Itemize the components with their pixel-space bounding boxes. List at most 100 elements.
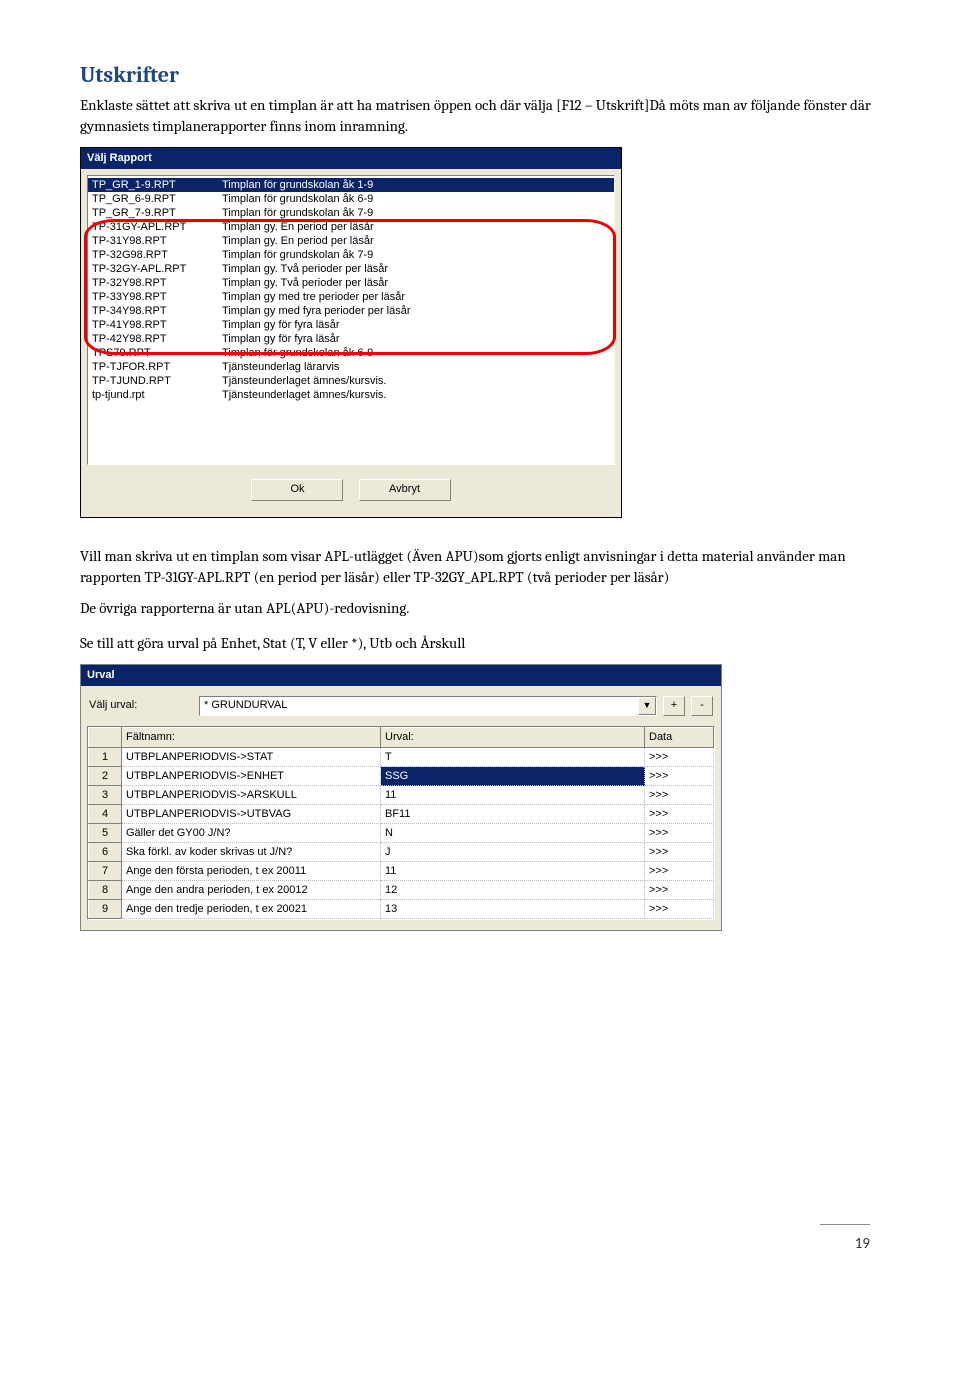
grid-row[interactable]: 5 Gäller det GY00 J/N? N >>> [89, 824, 714, 843]
report-row[interactable]: TP-34Y98.RPTTimplan gy med fyra perioder… [88, 304, 614, 318]
report-row[interactable]: tp-tjund.rptTjänsteunderlaget ämnes/kurs… [88, 388, 614, 402]
paragraph-4: Se till att göra urval på Enhet, Stat (T… [80, 633, 880, 654]
report-dialog-title: Välj Rapport [81, 148, 621, 169]
row-number: 9 [89, 900, 122, 919]
cell-field[interactable]: Ange den andra perioden, t ex 20012 [122, 881, 381, 900]
ok-button[interactable]: Ok [251, 479, 343, 500]
urval-dialog: Urval Välj urval: * GRUNDURVAL ▼ + - Fäl… [80, 664, 722, 932]
report-row[interactable]: TP-32Y98.RPTTimplan gy. Två perioder per… [88, 276, 614, 290]
cell-field[interactable]: Gäller det GY00 J/N? [122, 824, 381, 843]
report-row[interactable]: TP_GR_7-9.RPTTimplan för grundskolan åk … [88, 206, 614, 220]
report-desc: Timplan gy. Två perioder per läsår [222, 276, 388, 290]
section-heading: Utskrifter [80, 60, 880, 91]
row-number: 1 [89, 748, 122, 767]
report-row[interactable]: TP-TJUND.RPTTjänsteunderlaget ämnes/kurs… [88, 374, 614, 388]
grid-row[interactable]: 2 UTBPLANPERIODVIS->ENHET SSG >>> [89, 767, 714, 786]
row-number: 7 [89, 862, 122, 881]
urval-dropdown[interactable]: * GRUNDURVAL ▼ [199, 696, 657, 716]
report-listbox[interactable]: TP_GR_1-9.RPT Timplan för grundskolan åk… [87, 175, 615, 465]
report-row[interactable]: TP_GR_1-9.RPT Timplan för grundskolan åk… [88, 178, 614, 192]
cell-field[interactable]: Ska förkl. av koder skrivas ut J/N? [122, 843, 381, 862]
cancel-button[interactable]: Avbryt [359, 479, 451, 500]
report-row[interactable]: TPS79.RPTTimplan för grundskolan åk 6-9 [88, 346, 614, 360]
cell-data-link[interactable]: >>> [645, 824, 714, 843]
report-file: tp-tjund.rpt [92, 388, 222, 402]
report-desc: Timplan för grundskolan åk 1-9 [222, 178, 373, 192]
report-row[interactable]: TP-31Y98.RPTTimplan gy. En period per lä… [88, 234, 614, 248]
report-file: TP-41Y98.RPT [92, 318, 222, 332]
cell-urval[interactable]: BF11 [381, 805, 645, 824]
report-row[interactable]: TP-TJFOR.RPTTjänsteunderlag lärarvis [88, 360, 614, 374]
grid-row[interactable]: 9 Ange den tredje perioden, t ex 20021 1… [89, 900, 714, 919]
report-file: TP-TJFOR.RPT [92, 360, 222, 374]
col-urval: Urval: [381, 727, 645, 747]
cell-data-link[interactable]: >>> [645, 767, 714, 786]
report-row[interactable]: TP-31GY-APL.RPTTimplan gy. En period per… [88, 220, 614, 234]
cell-urval[interactable]: N [381, 824, 645, 843]
report-file: TP-32G98.RPT [92, 248, 222, 262]
report-desc: Timplan gy med fyra perioder per läsår [222, 304, 411, 318]
report-row[interactable]: TP_GR_6-9.RPTTimplan för grundskolan åk … [88, 192, 614, 206]
cell-urval[interactable]: 12 [381, 881, 645, 900]
report-file: TP-32GY-APL.RPT [92, 262, 222, 276]
paragraph-1: Enklaste sättet att skriva ut en timplan… [80, 95, 880, 137]
cell-field[interactable]: UTBPLANPERIODVIS->UTBVAG [122, 805, 381, 824]
cell-data-link[interactable]: >>> [645, 805, 714, 824]
cell-field[interactable]: UTBPLANPERIODVIS->ARSKULL [122, 786, 381, 805]
report-desc: Timplan gy med tre perioder per läsår [222, 290, 405, 304]
report-file: TP-33Y98.RPT [92, 290, 222, 304]
row-number: 8 [89, 881, 122, 900]
report-desc: Tjänsteunderlag lärarvis [222, 360, 339, 374]
cell-urval[interactable]: SSG [381, 767, 645, 786]
report-file: TP-34Y98.RPT [92, 304, 222, 318]
col-fieldname: Fältnamn: [122, 727, 381, 747]
report-row[interactable]: TP-32GY-APL.RPTTimplan gy. Två perioder … [88, 262, 614, 276]
col-data: Data [645, 727, 714, 747]
cell-field[interactable]: UTBPLANPERIODVIS->ENHET [122, 767, 381, 786]
cell-urval[interactable]: 13 [381, 900, 645, 919]
add-urval-button[interactable]: + [663, 696, 685, 716]
cell-data-link[interactable]: >>> [645, 881, 714, 900]
grid-row[interactable]: 1 UTBPLANPERIODVIS->STAT T >>> [89, 748, 714, 767]
urval-grid[interactable]: Fältnamn: Urval: Data 1 UTBPLANPERIODVIS… [87, 726, 715, 920]
report-desc: Timplan gy. Två perioder per läsår [222, 262, 388, 276]
report-row[interactable]: TP-41Y98.RPTTimplan gy för fyra läsår [88, 318, 614, 332]
grid-row[interactable]: 8 Ange den andra perioden, t ex 20012 12… [89, 881, 714, 900]
cell-data-link[interactable]: >>> [645, 900, 714, 919]
row-number: 6 [89, 843, 122, 862]
report-desc: Timplan gy. En period per läsår [222, 220, 374, 234]
report-file: TP-42Y98.RPT [92, 332, 222, 346]
paragraph-2: Vill man skriva ut en timplan som visar … [80, 546, 880, 588]
cell-field[interactable]: Ange den första perioden, t ex 20011 [122, 862, 381, 881]
cell-data-link[interactable]: >>> [645, 862, 714, 881]
report-desc: Tjänsteunderlaget ämnes/kursvis. [222, 374, 386, 388]
row-number: 4 [89, 805, 122, 824]
cell-data-link[interactable]: >>> [645, 843, 714, 862]
grid-row[interactable]: 4 UTBPLANPERIODVIS->UTBVAG BF11 >>> [89, 805, 714, 824]
row-number: 2 [89, 767, 122, 786]
cell-data-link[interactable]: >>> [645, 786, 714, 805]
chevron-down-icon[interactable]: ▼ [638, 697, 656, 715]
select-urval-label: Välj urval: [89, 698, 199, 713]
cell-urval[interactable]: 11 [381, 862, 645, 881]
cell-field[interactable]: UTBPLANPERIODVIS->STAT [122, 748, 381, 767]
report-file: TP-32Y98.RPT [92, 276, 222, 290]
cell-urval[interactable]: 11 [381, 786, 645, 805]
report-row[interactable]: TP-33Y98.RPTTimplan gy med tre perioder … [88, 290, 614, 304]
report-desc: Tjänsteunderlaget ämnes/kursvis. [222, 388, 386, 402]
grid-row[interactable]: 7 Ange den första perioden, t ex 20011 1… [89, 862, 714, 881]
cell-data-link[interactable]: >>> [645, 748, 714, 767]
cell-urval[interactable]: J [381, 843, 645, 862]
report-file: TPS79.RPT [92, 346, 222, 360]
grid-row[interactable]: 6 Ska förkl. av koder skrivas ut J/N? J … [89, 843, 714, 862]
urval-dropdown-value: * GRUNDURVAL [204, 698, 638, 713]
report-desc: Timplan för grundskolan åk 7-9 [222, 206, 373, 220]
report-row[interactable]: TP-32G98.RPTTimplan för grundskolan åk 7… [88, 248, 614, 262]
cell-urval[interactable]: T [381, 748, 645, 767]
grid-row[interactable]: 3 UTBPLANPERIODVIS->ARSKULL 11 >>> [89, 786, 714, 805]
cell-field[interactable]: Ange den tredje perioden, t ex 20021 [122, 900, 381, 919]
remove-urval-button[interactable]: - [691, 696, 713, 716]
report-row[interactable]: TP-42Y98.RPTTimplan gy för fyra läsår [88, 332, 614, 346]
report-desc: Timplan för grundskolan åk 6-9 [222, 346, 373, 360]
urval-dialog-title: Urval [81, 665, 721, 686]
